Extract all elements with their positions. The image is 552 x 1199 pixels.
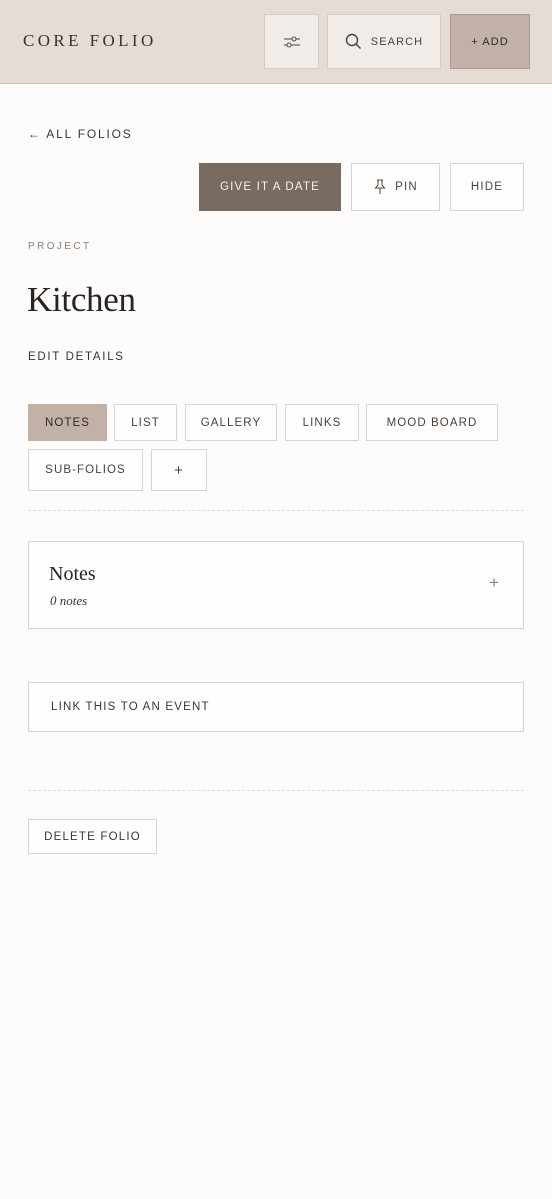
tab-list[interactable]: LIST	[114, 404, 177, 441]
give-date-button[interactable]: GIVE IT A DATE	[199, 163, 341, 211]
section-divider	[28, 510, 524, 511]
search-icon	[345, 33, 362, 50]
sliders-icon	[283, 34, 301, 50]
arrow-left-icon: ←	[28, 127, 42, 141]
add-button[interactable]: + ADD	[450, 14, 530, 69]
notes-card: Notes 0 notes +	[28, 541, 524, 629]
tab-mood-board[interactable]: MOOD BOARD	[366, 404, 498, 441]
pin-label: PIN	[395, 181, 418, 193]
folio-type-label: PROJECT	[28, 241, 92, 252]
section-divider	[28, 790, 524, 791]
edit-details-link[interactable]: EDIT DETAILS	[28, 351, 125, 363]
add-tab-button[interactable]: +	[151, 449, 207, 491]
search-label: SEARCH	[370, 35, 424, 48]
back-link-label: ALL FOLIOS	[46, 127, 133, 141]
notes-count: 0 notes	[50, 593, 88, 608]
hide-button[interactable]: HIDE	[450, 163, 524, 211]
pin-button[interactable]: PIN	[351, 163, 440, 211]
tab-sub-folios[interactable]: SUB-FOLIOS	[28, 449, 143, 491]
tab-gallery[interactable]: GALLERY	[185, 404, 277, 441]
notes-card-title: Notes	[49, 563, 96, 585]
search-button[interactable]: SEARCH	[327, 14, 441, 69]
top-bar: CORE FOLIO SEARCH + ADD	[0, 0, 552, 84]
add-note-button[interactable]: +	[489, 573, 499, 593]
tab-notes[interactable]: NOTES	[28, 404, 107, 441]
app-brand[interactable]: CORE FOLIO	[23, 31, 157, 51]
filter-button[interactable]	[264, 14, 319, 69]
page-title: Kitchen	[27, 280, 136, 319]
pin-icon	[373, 179, 387, 195]
delete-folio-button[interactable]: DELETE FOLIO	[28, 819, 157, 854]
back-link[interactable]: ← ALL FOLIOS	[28, 127, 133, 141]
tab-links[interactable]: LINKS	[285, 404, 359, 441]
link-event-button[interactable]: LINK THIS TO AN EVENT	[28, 682, 524, 732]
